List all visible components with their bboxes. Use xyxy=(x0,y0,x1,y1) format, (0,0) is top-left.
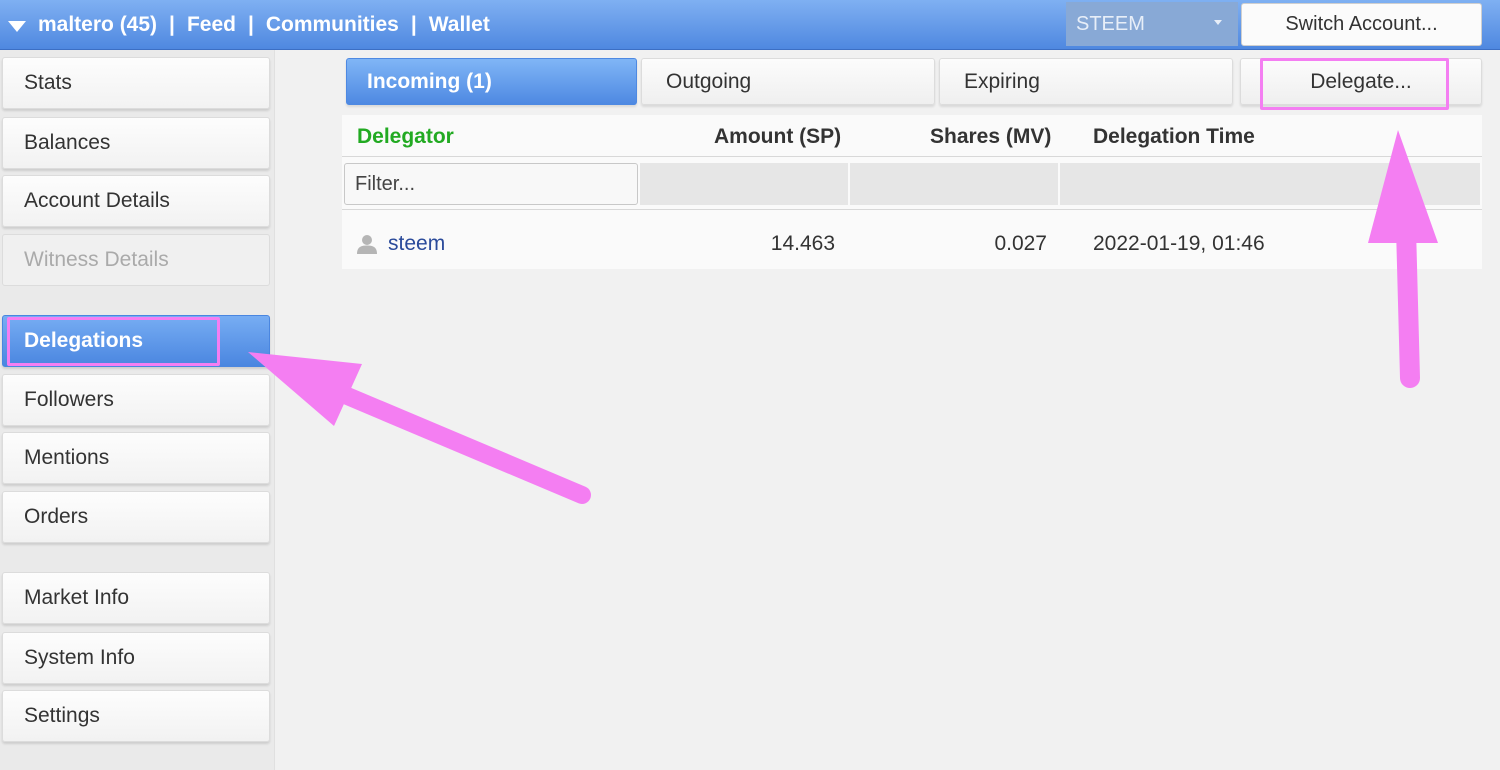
shares-cell: 0.027 xyxy=(994,232,1047,255)
sidebar-item-delegations[interactable]: Delegations xyxy=(2,315,270,367)
amount-cell: 14.463 xyxy=(770,232,835,255)
delegate-button[interactable]: Delegate... xyxy=(1240,58,1482,105)
sidebar-item-followers[interactable]: Followers xyxy=(2,374,270,426)
delegations-table: Delegator Amount (SP) Shares (MV) Delega… xyxy=(342,115,1482,269)
user-icon xyxy=(357,235,377,254)
sidebar-item-balances[interactable]: Balances xyxy=(2,117,270,169)
nav-separator: | xyxy=(169,13,175,36)
sidebar-item-system-info[interactable]: System Info xyxy=(2,632,270,684)
nav-wallet[interactable]: Wallet xyxy=(429,13,490,37)
tab-incoming[interactable]: Incoming (1) xyxy=(346,58,637,105)
column-header-delegator[interactable]: Delegator xyxy=(357,125,454,149)
column-header-amount[interactable]: Amount (SP) xyxy=(714,125,841,149)
tab-outgoing[interactable]: Outgoing xyxy=(641,58,935,105)
tab-expiring[interactable]: Expiring xyxy=(939,58,1233,105)
account-menu[interactable]: maltero (45) xyxy=(38,13,157,37)
nav-communities[interactable]: Communities xyxy=(266,13,399,37)
coin-select[interactable]: STEEM xyxy=(1066,2,1238,46)
sidebar-item-witness-details: Witness Details xyxy=(2,234,270,286)
delegation-time-cell: 2022-01-19, 01:46 xyxy=(1093,232,1265,255)
nav-separator: | xyxy=(410,13,417,36)
filter-cell-shares xyxy=(850,163,1058,205)
nav-feed[interactable]: Feed xyxy=(187,13,236,37)
header-divider xyxy=(342,156,1482,157)
switch-account-button[interactable]: Switch Account... xyxy=(1241,3,1482,46)
sidebar-item-market-info[interactable]: Market Info xyxy=(2,572,270,624)
caret-down-icon xyxy=(1214,20,1222,25)
sidebar-item-orders[interactable]: Orders xyxy=(2,491,270,543)
nav-separator: | xyxy=(247,13,254,36)
delegator-link[interactable]: steem xyxy=(388,232,445,256)
filter-input[interactable] xyxy=(344,163,638,205)
filter-cell-time xyxy=(1060,163,1480,205)
top-bar: maltero (45) | Feed | Communities | Wall… xyxy=(0,0,1500,50)
top-nav: maltero (45) | Feed | Communities | Wall… xyxy=(8,0,490,50)
sidebar-item-stats[interactable]: Stats xyxy=(2,57,270,109)
column-header-shares[interactable]: Shares (MV) xyxy=(930,125,1051,149)
dropdown-triangle-icon[interactable] xyxy=(8,20,26,32)
sidebar-item-mentions[interactable]: Mentions xyxy=(2,432,270,484)
filter-divider xyxy=(342,209,1482,210)
coin-select-value: STEEM xyxy=(1076,12,1145,35)
sidebar-item-settings[interactable]: Settings xyxy=(2,690,270,742)
filter-cell-amount xyxy=(640,163,848,205)
column-header-delegation-time[interactable]: Delegation Time xyxy=(1093,125,1255,149)
sidebar-item-account-details[interactable]: Account Details xyxy=(2,175,270,227)
arrow-to-delegations-icon xyxy=(248,352,591,504)
